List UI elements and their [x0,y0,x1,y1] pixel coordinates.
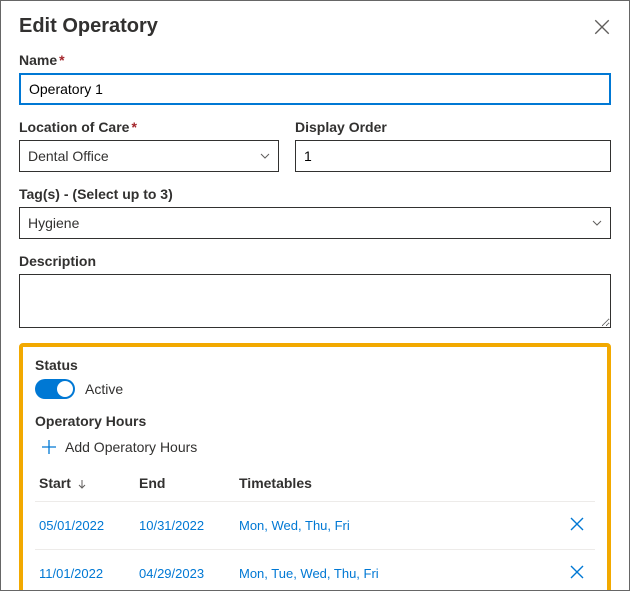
add-operatory-hours-label: Add Operatory Hours [65,439,197,455]
description-label: Description [19,253,611,269]
tags-label: Tag(s) - (Select up to 3) [19,186,611,202]
edit-operatory-dialog: Edit Operatory Name* Location of Care* D… [0,0,630,591]
table-row: 11/01/2022 04/29/2023 Mon, Tue, Wed, Thu… [35,550,595,591]
operatory-hours-heading: Operatory Hours [35,413,595,429]
status-toggle[interactable] [35,379,75,399]
location-value: Dental Office [28,148,109,164]
table-row: 05/01/2022 10/31/2022 Mon, Wed, Thu, Fri [35,502,595,550]
close-icon[interactable] [593,18,611,36]
tags-value: Hygiene [28,215,79,231]
delete-row-icon[interactable] [569,564,585,580]
name-label-text: Name [19,52,57,68]
col-header-timetables[interactable]: Timetables [235,469,551,502]
status-text: Active [85,381,123,397]
required-mark: * [131,119,136,135]
status-hours-section: Status Active Operatory Hours Add Operat… [19,343,611,591]
location-label-text: Location of Care [19,119,129,135]
hours-timetables-link[interactable]: Mon, Tue, Wed, Thu, Fri [235,550,551,591]
name-label: Name* [19,52,611,68]
add-operatory-hours-button[interactable]: Add Operatory Hours [41,439,595,455]
col-header-start[interactable]: Start [35,469,135,502]
display-order-input[interactable] [295,140,611,172]
hours-end-link[interactable]: 10/31/2022 [135,502,235,550]
description-textarea[interactable] [19,274,611,328]
col-header-end[interactable]: End [135,469,235,502]
location-label: Location of Care* [19,119,279,135]
status-label: Status [35,357,595,373]
operatory-hours-table: Start End Timetables 05/01/2022 10/31/20… [35,469,595,591]
required-mark: * [59,52,64,68]
hours-start-link[interactable]: 11/01/2022 [35,550,135,591]
name-input[interactable] [19,73,611,105]
display-order-label: Display Order [295,119,611,135]
hours-start-link[interactable]: 05/01/2022 [35,502,135,550]
dialog-title: Edit Operatory [19,15,158,38]
sort-down-icon [77,479,87,489]
plus-icon [41,439,57,455]
dialog-header: Edit Operatory [19,15,611,38]
delete-row-icon[interactable] [569,516,585,532]
location-select[interactable]: Dental Office [19,140,279,172]
tags-select[interactable]: Hygiene [19,207,611,239]
hours-timetables-link[interactable]: Mon, Wed, Thu, Fri [235,502,551,550]
hours-end-link[interactable]: 04/29/2023 [135,550,235,591]
